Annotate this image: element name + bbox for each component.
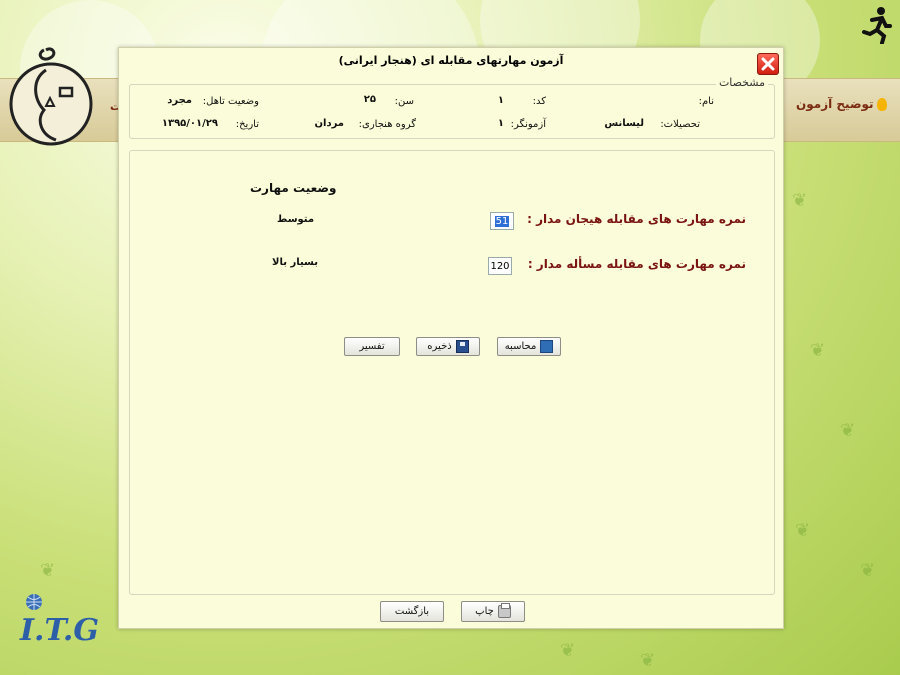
- skills-result-panel: وضعیت مهارت نمره مهارت های مقابله هیجان …: [129, 150, 775, 595]
- norm-group-label: گروه هنجاری:: [358, 119, 416, 130]
- problem-focused-score-label: نمره مهارت های مقابله مسأله مدار :: [527, 257, 746, 271]
- emotion-focused-score-label: نمره مهارت های مقابله هیجان مدار :: [527, 212, 746, 226]
- explain-test-link[interactable]: توضیح آزمون: [796, 97, 887, 111]
- age-label: سن:: [394, 96, 414, 107]
- dialog-title: آزمون مهارتهای مقابله ای (هنجار ایرانی): [338, 54, 564, 67]
- floppy-disk-icon: [455, 340, 469, 353]
- interpret-button[interactable]: تفسیر: [344, 337, 400, 356]
- date-value: ۱۳۹۵/۰۱/۲۹: [161, 118, 218, 129]
- profile-info-group: مشخصات نام: کد: ۱ سن: ۲۵ وضعیت تاهل: مجر…: [129, 76, 775, 139]
- app-logo-icon: [9, 47, 93, 146]
- printer-icon: [497, 603, 511, 618]
- age-value: ۲۵: [363, 94, 376, 105]
- emotion-focused-score-value: 51: [494, 216, 510, 227]
- calculator-icon: [540, 340, 554, 353]
- problem-focused-score-input[interactable]: 120: [488, 257, 512, 275]
- marital-status-label: وضعیت تاهل:: [202, 96, 259, 107]
- calculate-button[interactable]: محاسبه: [497, 337, 561, 356]
- print-button[interactable]: چاپ: [461, 601, 525, 622]
- skill-status-heading: وضعیت مهارت: [250, 181, 337, 195]
- code-value: ۱: [497, 95, 504, 106]
- back-label: بازگشت: [394, 606, 430, 617]
- bulb-icon: [876, 98, 887, 111]
- education-value: لیسانس: [604, 118, 644, 129]
- profile-legend: مشخصات: [715, 76, 768, 89]
- calculate-label: محاسبه: [504, 341, 537, 352]
- save-label: ذخیره: [427, 341, 452, 352]
- code-label: کد:: [532, 96, 546, 107]
- name-label: نام:: [698, 96, 714, 107]
- examiner-label: آزمونگر:: [510, 119, 546, 130]
- problem-focused-status: بسیار بالا: [272, 257, 318, 268]
- education-label: تحصیلات:: [660, 119, 700, 130]
- back-button[interactable]: بازگشت: [380, 601, 444, 622]
- exit-runner-icon[interactable]: [862, 6, 892, 44]
- marital-status-value: مجرد: [167, 95, 192, 106]
- examiner-value: ۱: [497, 118, 504, 129]
- itg-logo-icon: I.T.G: [19, 594, 98, 648]
- print-label: چاپ: [475, 606, 494, 617]
- norm-group-value: مردان: [314, 118, 344, 129]
- itg-logo-text: I.T.G: [19, 613, 98, 648]
- explain-test-label: توضیح آزمون: [796, 97, 874, 111]
- date-label: تاریخ:: [235, 119, 259, 130]
- problem-focused-score-value: 120: [490, 261, 510, 272]
- close-button[interactable]: [757, 53, 779, 75]
- close-icon: [761, 57, 775, 71]
- emotion-focused-status: متوسط: [277, 214, 315, 225]
- save-button[interactable]: ذخیره: [416, 337, 480, 356]
- interpret-label: تفسیر: [359, 341, 385, 352]
- emotion-focused-score-input[interactable]: 51: [490, 212, 514, 230]
- test-result-dialog: آزمون مهارتهای مقابله ای (هنجار ایرانی) …: [118, 47, 784, 629]
